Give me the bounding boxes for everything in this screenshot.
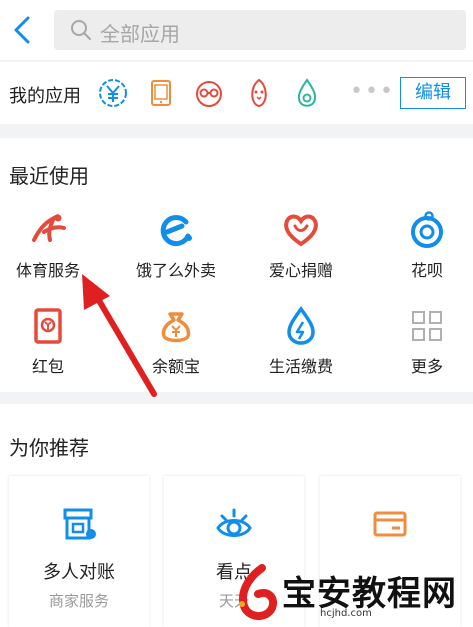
back-arrow-icon[interactable] (8, 14, 36, 46)
my-apps-label: 我的应用 (9, 86, 81, 107)
huabei-icon (411, 211, 443, 248)
eye-icon (216, 508, 252, 537)
recommend-card-reconciliation[interactable]: 多人对账 商家服务 (9, 476, 149, 627)
search-icon (71, 20, 91, 40)
yuan-circle-icon[interactable] (96, 76, 130, 110)
glasses-face-icon[interactable] (192, 76, 226, 110)
heart-donation-icon (284, 214, 318, 247)
eleme-icon (160, 215, 192, 247)
more-grid-icon (412, 311, 442, 341)
app-label: 更多 (410, 357, 443, 376)
droplet-icon[interactable] (290, 76, 324, 110)
annotation-arrow (82, 274, 157, 397)
watermark-logo-icon (239, 564, 277, 620)
app-donation[interactable]: 爱心捐赠 (256, 210, 346, 290)
app-label: 生活缴费 (268, 357, 333, 376)
bird-icon[interactable] (242, 76, 276, 110)
sports-icon (32, 213, 66, 242)
red-envelope-icon (34, 308, 62, 344)
recent-title: 最近使用 (9, 164, 89, 188)
search-input[interactable]: 全部应用 (54, 10, 466, 50)
card-title: 多人对账 (43, 562, 115, 583)
utility-payment-icon (287, 306, 315, 345)
recommend-title: 为你推荐 (9, 436, 89, 460)
more-dots: ••• (350, 79, 395, 104)
app-huabei[interactable]: 花呗 (382, 210, 472, 290)
app-utility-payment[interactable]: 生活缴费 (256, 306, 346, 386)
watermark: 宝安教程网 hcjhd.com (230, 560, 473, 627)
app-label: 花呗 (410, 261, 443, 280)
edit-button[interactable]: 编辑 (400, 77, 466, 109)
app-label: 爱心捐赠 (268, 261, 333, 280)
watermark-url: hcjhd.com (320, 608, 372, 619)
search-placeholder: 全部应用 (100, 22, 180, 46)
top-bar: 全部应用 (0, 0, 473, 60)
shop-icon (63, 508, 96, 540)
card-icon (373, 511, 407, 537)
card-subtitle: 商家服务 (48, 592, 109, 610)
app-more[interactable]: 更多 (382, 306, 472, 386)
my-apps-row: 我的应用 ••• 编辑 (0, 62, 473, 124)
phone-icon[interactable] (144, 76, 178, 110)
